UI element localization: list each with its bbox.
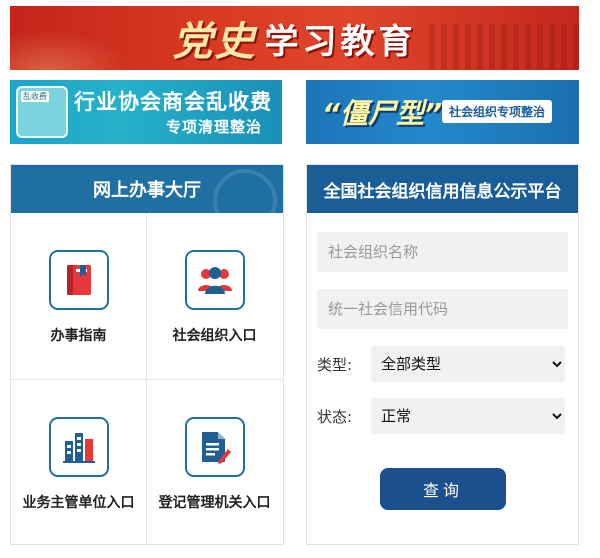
tile-label: 登记管理机关入口	[158, 495, 271, 511]
party-history-banner[interactable]: 党史 学习教育	[10, 6, 579, 70]
banner-left-subtitle: 专项清理整治	[165, 118, 262, 136]
tile-registration-authority-entry[interactable]: 登记管理机关入口	[147, 380, 282, 545]
online-service-hall-panel: 网上办事大厅 办事指南 社会组织入口 业务主管单位入口 登记管理机关入口	[10, 164, 284, 545]
panel-header: 全国社会组织信用信息公示平台	[307, 165, 578, 213]
phone-tag: 乱收费	[21, 91, 49, 102]
people-icon	[197, 267, 232, 294]
status-select[interactable]: 正常	[371, 398, 565, 434]
building-icon	[62, 433, 95, 463]
status-label: 状态:	[317, 407, 353, 426]
tile-label: 业务主管单位入口	[22, 495, 135, 511]
icon-frame	[48, 417, 109, 477]
banner-left-title: 行业协会商会乱收费	[74, 90, 272, 114]
banner-right-title: “僵尸型”	[322, 97, 443, 130]
credit-code-input[interactable]	[317, 289, 568, 329]
banner-decoration	[10, 30, 130, 70]
icon-frame	[184, 417, 245, 477]
icon-frame	[48, 250, 109, 310]
type-row: 类型: 全部类型	[317, 346, 568, 382]
type-label: 类型:	[317, 355, 353, 374]
great-wall-decoration	[429, 24, 579, 70]
banner-right-subtitle: 社会组织专项整治	[442, 100, 553, 123]
org-name-input[interactable]	[317, 232, 568, 272]
icon-frame	[184, 250, 245, 310]
zombie-org-banner[interactable]: “僵尸型” 社会组织专项整治	[306, 80, 579, 144]
book-icon	[66, 265, 91, 295]
phone-illustration-icon: 乱收费	[16, 86, 68, 138]
tile-label: 办事指南	[50, 328, 107, 344]
tile-guide[interactable]: 办事指南	[11, 213, 146, 378]
panel-title: 全国社会组织信用信息公示平台	[323, 181, 562, 202]
panel-header: 网上办事大厅	[11, 165, 283, 213]
banner-title: 学习教育	[264, 21, 417, 62]
status-row: 状态: 正常	[317, 398, 568, 434]
fee-rectification-banner[interactable]: 乱收费 行业协会商会乱收费 专项清理整治	[10, 80, 282, 144]
tile-label: 社会组织入口	[172, 328, 257, 344]
tile-business-unit-entry[interactable]: 业务主管单位入口	[11, 380, 146, 545]
type-select[interactable]: 全部类型	[371, 346, 565, 382]
service-grid: 办事指南 社会组织入口 业务主管单位入口 登记管理机关入口	[11, 213, 283, 544]
globe-icon	[213, 169, 277, 213]
tile-social-org-entry[interactable]: 社会组织入口	[147, 213, 282, 378]
credit-info-platform-panel: 全国社会组织信用信息公示平台 类型: 全部类型 状态: 正常 查询	[306, 164, 579, 545]
banner-title-calligraphy: 党史	[172, 18, 257, 65]
query-button[interactable]: 查询	[380, 468, 506, 510]
document-edit-icon	[201, 432, 231, 464]
panel-title: 网上办事大厅	[93, 180, 201, 201]
